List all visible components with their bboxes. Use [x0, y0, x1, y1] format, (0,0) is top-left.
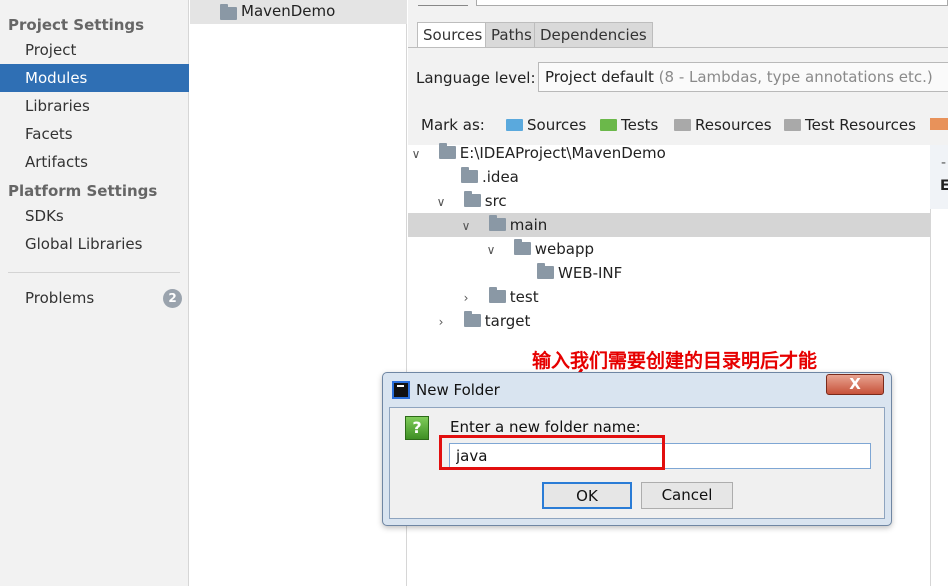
side-panel-dash: - — [941, 155, 947, 171]
sidebar-item-project[interactable]: Project — [0, 36, 189, 64]
tree-row-root[interactable]: ∨ E:\IDEAProject\MavenDemo — [410, 141, 666, 165]
tree-row-test[interactable]: › test — [460, 285, 539, 309]
folder-icon — [488, 215, 506, 231]
content-root-side-panel — [930, 145, 948, 586]
tab-sources[interactable]: Sources — [417, 22, 489, 48]
tab-underline — [408, 47, 948, 48]
mark-as-tests-button[interactable]: Tests — [600, 116, 658, 134]
language-level-detail: (8 - Lambdas, type annotations etc.) — [658, 68, 933, 86]
chevron-down-icon[interactable]: ∨ — [410, 142, 422, 166]
sidebar-item-modules[interactable]: Modules — [0, 64, 189, 92]
module-name[interactable]: MavenDemo — [241, 2, 335, 20]
mark-as-label: Mark as: — [421, 116, 485, 134]
sidebar-divider — [8, 272, 180, 273]
resources-folder-icon — [674, 119, 691, 131]
folder-icon — [463, 191, 481, 207]
sidebar-item-artifacts[interactable]: Artifacts — [0, 148, 189, 176]
mark-as-resources-button[interactable]: Resources — [674, 116, 772, 134]
chevron-right-icon[interactable]: › — [435, 310, 447, 334]
project-settings-heading: Project Settings — [8, 16, 145, 34]
tree-row-label: src — [484, 192, 507, 210]
tab-paths[interactable]: Paths — [485, 22, 538, 48]
folder-name-prompt: Enter a new folder name: — [450, 418, 641, 436]
mark-sources-label: Sources — [527, 116, 587, 134]
sources-folder-icon — [506, 119, 523, 131]
dialog-title: New Folder — [416, 381, 500, 399]
excluded-folder-icon[interactable] — [930, 118, 948, 130]
sidebar-item-sdks[interactable]: SDKs — [0, 202, 189, 230]
settings-sidebar: Project Settings Project Modules Librari… — [0, 0, 189, 586]
tree-row-idea[interactable]: .idea — [461, 165, 519, 189]
chevron-right-icon[interactable]: › — [460, 286, 472, 310]
sidebar-item-libraries[interactable]: Libraries — [0, 92, 189, 120]
tree-row-main[interactable]: ∨ main — [460, 213, 547, 237]
folder-icon — [537, 263, 554, 279]
problems-label: Problems — [25, 289, 95, 307]
sidebar-item-global-libraries[interactable]: Global Libraries — [0, 230, 189, 258]
cancel-button[interactable]: Cancel — [641, 482, 733, 509]
tests-folder-icon — [600, 119, 617, 131]
tree-row-label: .idea — [482, 168, 519, 186]
tree-row-webapp[interactable]: ∨ webapp — [485, 237, 594, 261]
mark-test-resources-label: Test Resources — [805, 116, 916, 134]
chevron-down-icon[interactable]: ∨ — [435, 190, 447, 214]
mark-as-test-resources-button[interactable]: Test Resources — [784, 116, 916, 134]
tree-row-label: test — [509, 288, 539, 306]
tree-row-label: webapp — [534, 240, 595, 258]
tree-row-target[interactable]: › target — [435, 309, 530, 333]
chevron-down-icon[interactable]: ∨ — [460, 214, 472, 238]
sidebar-item-facets[interactable]: Facets — [0, 120, 189, 148]
tree-row-label: E:\IDEAProject\MavenDemo — [459, 144, 666, 162]
tree-row-web-inf[interactable]: WEB-INF — [537, 261, 622, 285]
mark-as-sources-button[interactable]: Sources — [506, 116, 586, 134]
mark-resources-label: Resources — [695, 116, 772, 134]
folder-icon — [461, 167, 478, 183]
name-field[interactable] — [476, 0, 948, 6]
intellij-app-icon — [392, 381, 410, 399]
chevron-down-icon[interactable]: ∨ — [485, 238, 497, 262]
tree-row-src[interactable]: ∨ src — [435, 189, 507, 213]
folder-icon — [513, 239, 531, 255]
module-icon — [220, 4, 241, 23]
platform-settings-heading: Platform Settings — [8, 182, 158, 200]
test-resources-folder-icon — [784, 119, 801, 131]
close-button[interactable]: X — [826, 374, 884, 395]
tree-row-label: WEB-INF — [558, 264, 623, 282]
mark-tests-label: Tests — [621, 116, 659, 134]
ok-button[interactable]: OK — [542, 482, 632, 509]
language-level-value: Project default — [545, 68, 654, 86]
language-level-select[interactable]: Project default (8 - Lambdas, type annot… — [538, 62, 948, 92]
question-icon: ? — [405, 416, 429, 440]
tree-row-label: target — [484, 312, 531, 330]
folder-icon — [463, 311, 481, 327]
problems-count-badge: 2 — [163, 289, 182, 308]
modules-list — [190, 0, 407, 586]
tab-dependencies[interactable]: Dependencies — [534, 22, 653, 48]
name-label-stub — [418, 0, 468, 6]
sidebar-item-problems[interactable]: Problems 2 — [0, 284, 189, 312]
folder-icon — [438, 143, 456, 159]
language-level-label: Language level: — [416, 69, 536, 87]
tree-row-label: main — [509, 216, 548, 234]
folder-name-input[interactable] — [449, 443, 871, 469]
side-panel-letter: E — [940, 178, 948, 194]
folder-icon — [488, 287, 506, 303]
